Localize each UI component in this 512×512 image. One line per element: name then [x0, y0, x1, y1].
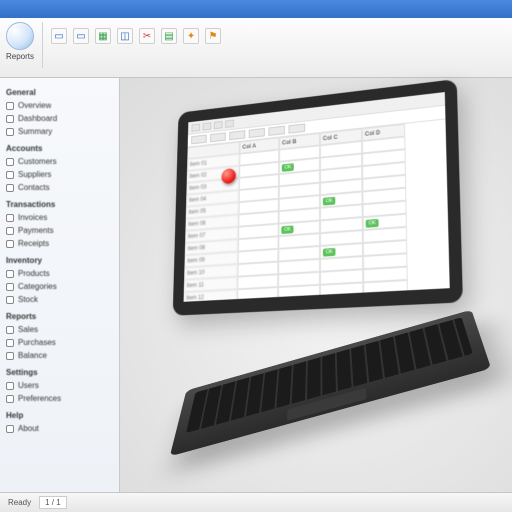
status-tag: OK: [323, 247, 336, 256]
bullet-icon: [6, 171, 14, 179]
sidebar-item-label: Preferences: [18, 394, 61, 403]
table-icon[interactable]: ▤: [161, 28, 177, 44]
status-tag: OK: [281, 225, 293, 234]
navigation-sidebar: General Overview Dashboard Summary Accounts C…: [0, 78, 120, 492]
sidebar-item-label: Products: [18, 269, 50, 278]
sidebar-item[interactable]: Receipts: [6, 237, 113, 250]
bullet-icon: [6, 326, 14, 334]
sidebar-item-label: Dashboard: [18, 114, 57, 123]
window-titlebar: [0, 0, 512, 18]
doc-icon[interactable]: ▭: [51, 28, 67, 44]
bullet-icon: [6, 382, 14, 390]
sidebar-item[interactable]: Invoices: [6, 211, 113, 224]
bullet-icon: [6, 283, 14, 291]
sidebar-item[interactable]: Contacts: [6, 181, 113, 194]
bullet-icon: [6, 158, 14, 166]
bullet-icon: [6, 240, 14, 248]
sidebar-header: Settings: [6, 366, 113, 379]
sidebar-item-label: Receipts: [18, 239, 49, 248]
sidebar-header: Inventory: [6, 254, 113, 267]
sidebar-item[interactable]: About: [6, 422, 113, 435]
bullet-icon: [6, 214, 14, 222]
sidebar-item-label: Suppliers: [18, 170, 51, 179]
sidebar-item[interactable]: Purchases: [6, 336, 113, 349]
sheet-icon[interactable]: ▦: [95, 28, 111, 44]
laptop-keyboard: [186, 317, 473, 433]
status-tag: OK: [323, 196, 336, 205]
app-button[interactable]: [6, 22, 34, 50]
sidebar-item[interactable]: Overview: [6, 99, 113, 112]
sidebar-item-label: Customers: [18, 157, 57, 166]
ribbon-separator: [42, 22, 43, 68]
sidebar-item-label: Stock: [18, 295, 38, 304]
sidebar-item-label: Balance: [18, 351, 47, 360]
cut-icon[interactable]: ✂: [139, 28, 155, 44]
sidebar-item[interactable]: Sales: [6, 323, 113, 336]
sidebar-item[interactable]: Balance: [6, 349, 113, 362]
sidebar-item[interactable]: Payments: [6, 224, 113, 237]
bullet-icon: [6, 395, 14, 403]
sidebar-item-label: Contacts: [18, 183, 50, 192]
chart-icon[interactable]: ◫: [117, 28, 133, 44]
bullet-icon: [6, 128, 14, 136]
sidebar-item[interactable]: Customers: [6, 155, 113, 168]
ribbon-main-label: Reports: [6, 52, 34, 61]
sidebar-item-label: Invoices: [18, 213, 47, 222]
sidebar-item-label: Categories: [18, 282, 57, 291]
table-row-label: Item 12: [183, 289, 237, 304]
bullet-icon: [6, 339, 14, 347]
laptop-base: [170, 310, 491, 457]
table-cell: [320, 282, 363, 297]
sidebar-item-label: Purchases: [18, 338, 56, 347]
sidebar-item-label: Overview: [18, 101, 51, 110]
bullet-icon: [6, 184, 14, 192]
sidebar-item[interactable]: Categories: [6, 280, 113, 293]
sidebar-item[interactable]: Summary: [6, 125, 113, 138]
sidebar-header: Accounts: [6, 142, 113, 155]
table-cell: [363, 280, 408, 296]
status-tag: OK: [282, 163, 294, 172]
sidebar-item[interactable]: Dashboard: [6, 112, 113, 125]
sidebar-item[interactable]: Products: [6, 267, 113, 280]
bullet-icon: [6, 102, 14, 110]
sidebar-header: Reports: [6, 310, 113, 323]
sidebar-item-label: Payments: [18, 226, 54, 235]
bullet-icon: [6, 425, 14, 433]
status-bar: Ready 1 / 1: [0, 492, 512, 512]
sidebar-item[interactable]: Suppliers: [6, 168, 113, 181]
flag-icon[interactable]: ⚑: [205, 28, 221, 44]
bullet-icon: [6, 352, 14, 360]
doc-icon[interactable]: ▭: [73, 28, 89, 44]
sidebar-item[interactable]: Users: [6, 379, 113, 392]
sidebar-item-label: Sales: [18, 325, 38, 334]
spreadsheet-table: Col ACol BCol CCol DItem 01Item 02OKItem…: [183, 119, 449, 304]
sidebar-item-label: Summary: [18, 127, 52, 136]
tool-icon[interactable]: ✦: [183, 28, 199, 44]
laptop-illustration: Col ACol BCol CCol DItem 01Item 02OKItem…: [160, 90, 480, 470]
sidebar-item[interactable]: Stock: [6, 293, 113, 306]
sidebar-item-label: About: [18, 424, 39, 433]
sidebar-header: General: [6, 86, 113, 99]
sidebar-header: Help: [6, 409, 113, 422]
main-canvas: Col ACol BCol CCol DItem 01Item 02OKItem…: [120, 78, 512, 492]
status-text: Ready: [8, 498, 31, 507]
table-cell: [278, 285, 320, 300]
bullet-icon: [6, 227, 14, 235]
status-tag: OK: [366, 218, 379, 227]
laptop-screen: Col ACol BCol CCol DItem 01Item 02OKItem…: [173, 79, 463, 316]
ribbon-icon-row: ▭ ▭ ▦ ◫ ✂ ▤ ✦ ⚑: [51, 22, 221, 44]
sidebar-item-label: Users: [18, 381, 39, 390]
ribbon-toolbar: Reports ▭ ▭ ▦ ◫ ✂ ▤ ✦ ⚑: [0, 18, 512, 78]
sidebar-header: Transactions: [6, 198, 113, 211]
status-page: 1 / 1: [39, 496, 67, 509]
table-cell: [237, 287, 278, 302]
sidebar-item[interactable]: Preferences: [6, 392, 113, 405]
bullet-icon: [6, 270, 14, 278]
bullet-icon: [6, 115, 14, 123]
bullet-icon: [6, 296, 14, 304]
